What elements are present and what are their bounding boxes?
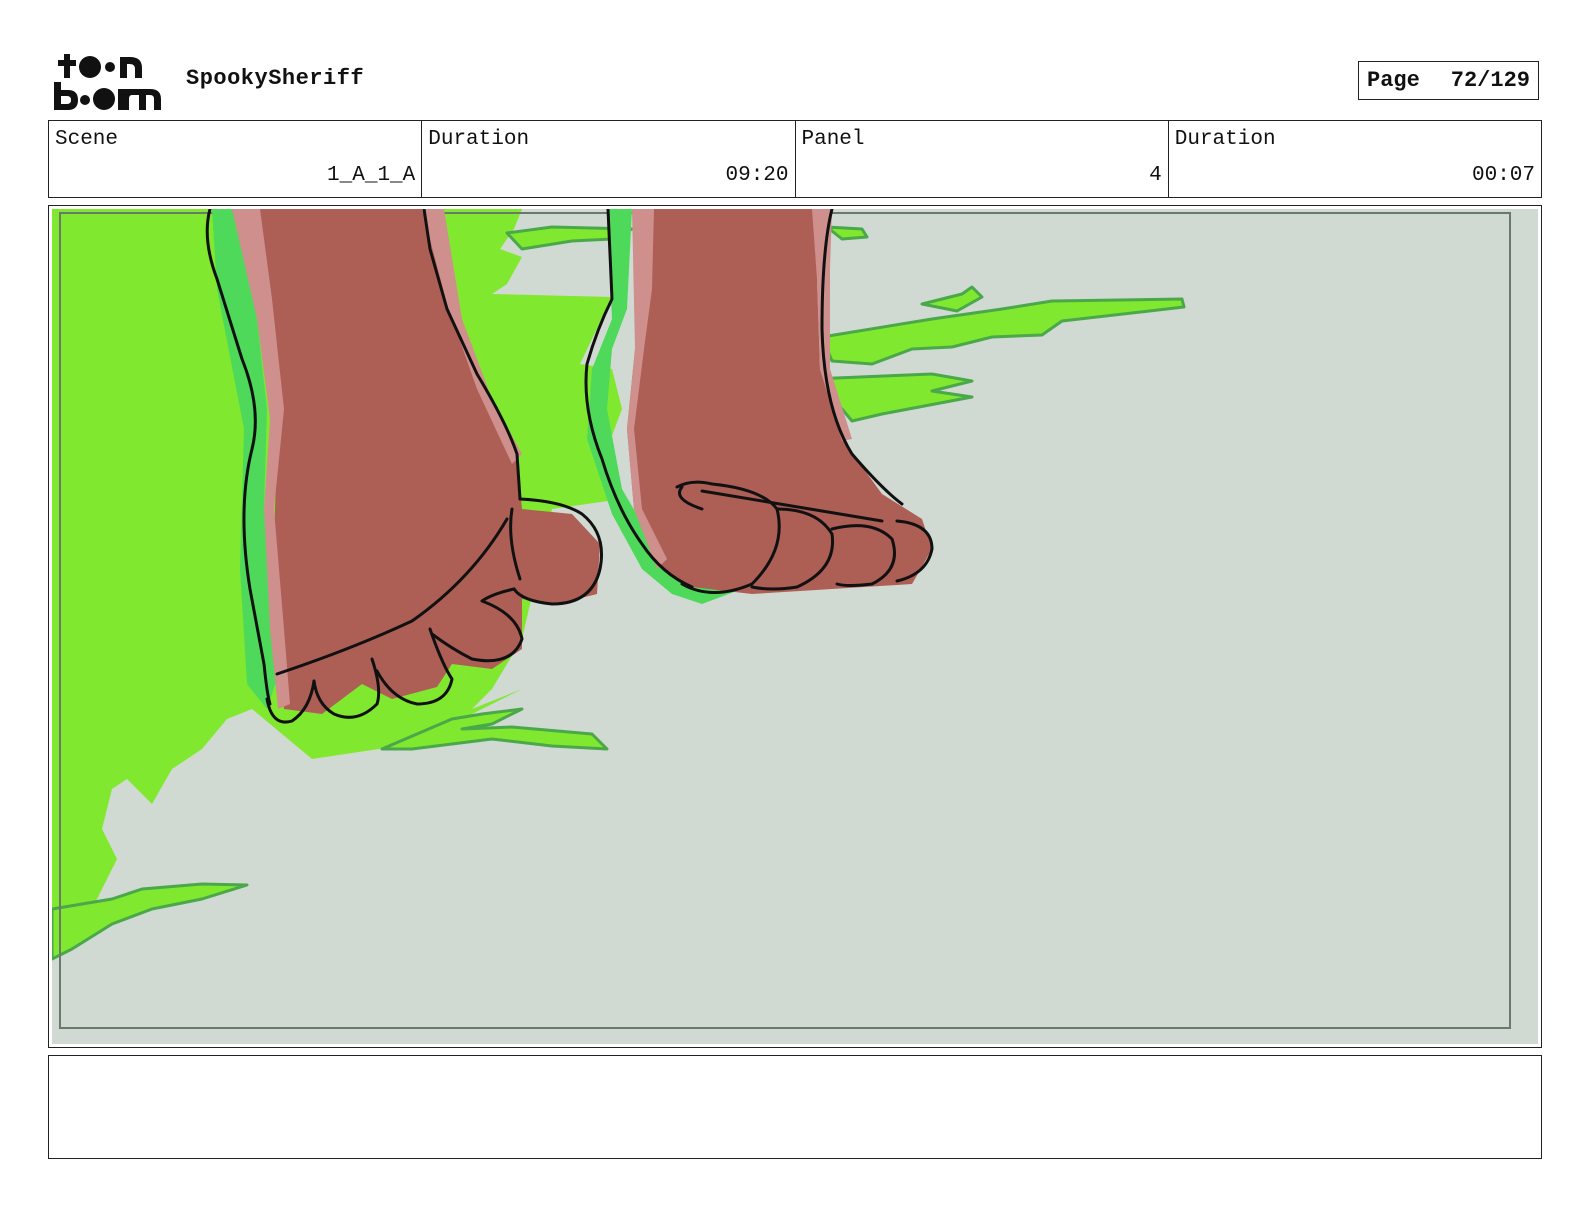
panel-label: Panel <box>801 128 865 151</box>
notes-box <box>48 1055 1542 1159</box>
page-indicator: Page 72/129 <box>1358 61 1539 100</box>
panel-drawing <box>52 209 1538 1044</box>
scene-info-table: Scene 1_A_1_A Duration 09:20 Panel 4 Dur… <box>48 120 1542 198</box>
scene-duration-value: 09:20 <box>725 164 789 187</box>
page-label: Page <box>1367 68 1420 93</box>
panel-value: 4 <box>1149 164 1162 187</box>
storyboard-panel <box>48 205 1542 1048</box>
toonboom-logo <box>54 54 161 110</box>
project-title: SpookySheriff <box>186 66 365 91</box>
scene-label: Scene <box>55 128 119 151</box>
scene-value: 1_A_1_A <box>327 164 416 187</box>
page-number: 72/129 <box>1450 68 1530 93</box>
panel-duration-label: Duration <box>1174 128 1276 151</box>
panel-cell: Panel 4 <box>796 121 1169 197</box>
scene-duration-label: Duration <box>428 128 530 151</box>
scene-duration-cell: Duration 09:20 <box>422 121 796 197</box>
panel-duration-value: 00:07 <box>1471 164 1535 187</box>
scene-cell: Scene 1_A_1_A <box>49 121 423 197</box>
panel-duration-cell: Duration 00:07 <box>1169 121 1541 197</box>
